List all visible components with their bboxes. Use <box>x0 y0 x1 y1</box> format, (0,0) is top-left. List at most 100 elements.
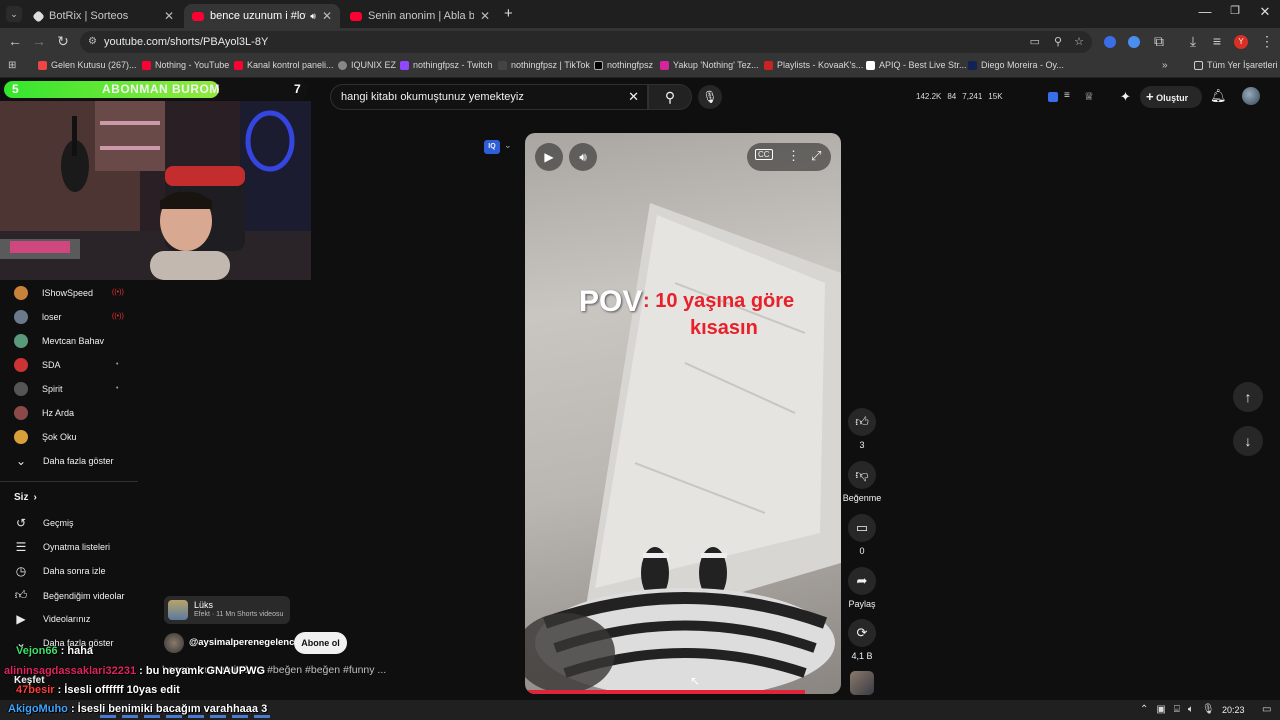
subscribe-button[interactable]: Abone ol <box>294 632 347 654</box>
bookmark[interactable]: Nothing - YouTube <box>142 60 229 70</box>
close-icon[interactable]: ✕ <box>480 9 490 23</box>
dislike-button[interactable]: 👎︎ <box>848 461 876 489</box>
account-avatar[interactable] <box>1242 87 1260 105</box>
comments-button[interactable]: ▭ <box>848 514 876 542</box>
fullscreen-icon[interactable]: ⤢ <box>811 148 821 164</box>
bookmark[interactable]: nothingfpsz <box>594 60 653 70</box>
bookmark[interactable]: Diego Moreira - Oy... <box>968 60 1064 70</box>
extension-icon[interactable] <box>1104 36 1116 48</box>
subscription-mevtcan-bahav[interactable]: Mevtcan Bahav <box>14 334 104 348</box>
sound-thumbnail[interactable] <box>850 671 874 695</box>
clear-search-icon[interactable]: ✕ <box>628 85 639 109</box>
sidebar-item-liked-videos[interactable]: 👍︎ Beğendiğim videolar <box>14 588 125 603</box>
chat-text: : haha <box>57 645 94 657</box>
search-button[interactable]: ⚲ <box>648 84 692 110</box>
youtube-icon <box>142 60 151 70</box>
shorts-video[interactable]: ▶ 🔊︎ CC ⋮ ⤢ POV : 10 yaşına göre kısasın <box>525 133 841 694</box>
chevron-down-icon[interactable]: ⌄ <box>504 140 512 151</box>
bookmark[interactable]: nothingfpsz - Twitch <box>400 60 492 70</box>
download-icon[interactable]: ⤓ <box>1184 33 1202 50</box>
sidebar-item-watch-later[interactable]: ◷ Daha sonra izle <box>14 564 106 578</box>
next-short-button[interactable]: ↓ <box>1233 426 1263 456</box>
extension-badge-icon[interactable]: IQ <box>484 140 500 154</box>
share-button[interactable]: ➦ <box>848 567 876 595</box>
taskbar: AkigoMuho : İsesli benimiki bacağım vara… <box>0 700 1280 720</box>
restore-button[interactable]: ❐ <box>1220 4 1250 17</box>
window-close-button[interactable]: ✕ <box>1250 4 1280 20</box>
remix-button[interactable]: ⟳ <box>848 619 876 647</box>
channel-name[interactable]: @aysimalperenegelence <box>189 637 300 648</box>
subscription-loser[interactable]: loser <box>14 310 62 324</box>
sidebar-item-your-videos[interactable]: ▶ Videolarınız <box>14 612 90 626</box>
sidebar-item-history[interactable]: ↺ Geçmiş <box>14 516 74 530</box>
subscription-hz-arda[interactable]: Hz Arda <box>14 406 74 420</box>
volume-button[interactable]: 🔊︎ <box>569 143 597 171</box>
tab-senin-anonim[interactable]: Senin anonim | Abla bu çok kü ✕ <box>342 4 498 28</box>
speaker-icon[interactable]: 🔊︎ <box>310 11 316 22</box>
network-icon[interactable]: ⌸ <box>1174 704 1180 715</box>
bookmark[interactable]: Playlists - KovaaK's... <box>764 60 863 70</box>
subscription-ishowspeed[interactable]: IShowSpeed <box>14 286 93 300</box>
like-button[interactable]: 👍︎ <box>848 408 876 436</box>
star-icon[interactable]: ☆ <box>1074 31 1084 53</box>
extension-icon[interactable] <box>1128 36 1140 48</box>
trophy-icon[interactable]: ♕ <box>1084 90 1094 103</box>
chevron-right-icon: › <box>33 492 37 503</box>
more-options-icon[interactable]: ⋮ <box>787 148 800 164</box>
search-query: hangi kitabı okumuştunuz yemekteyiz <box>341 91 524 103</box>
subscription-spirit[interactable]: Spirit <box>14 382 63 396</box>
channel-avatar[interactable] <box>164 633 184 653</box>
all-bookmarks[interactable]: Tüm Yer İşaretleri <box>1194 60 1278 70</box>
bookmark[interactable]: Yakup 'Nothing' Tez... <box>660 60 759 70</box>
stat: 84 <box>947 92 957 101</box>
tray-app-icon[interactable]: ▣ <box>1156 704 1165 715</box>
you-section-header[interactable]: Siz › <box>14 492 37 503</box>
cast-icon[interactable]: ▭ <box>1030 31 1040 53</box>
close-icon[interactable]: ✕ <box>322 9 332 23</box>
subscription-sda[interactable]: SDA <box>14 358 61 372</box>
new-tab-button[interactable]: + <box>504 5 513 22</box>
bookmark[interactable]: IQUNIX EZ <box>338 60 396 70</box>
profile-avatar[interactable]: Y <box>1234 35 1248 49</box>
chevron-up-icon[interactable]: ⌃ <box>1140 704 1148 715</box>
voice-search-button[interactable]: 🎙︎ <box>698 85 722 109</box>
back-icon[interactable]: ← <box>6 33 24 49</box>
bookmark[interactable]: Kanal kontrol paneli... <box>234 60 334 70</box>
notification-center-icon[interactable]: ▭ <box>1262 704 1271 715</box>
create-button[interactable]: + Oluştur <box>1140 86 1202 108</box>
apps-grid-icon[interactable]: ⊞ <box>8 60 16 71</box>
extensions-puzzle-icon[interactable]: ⧉ <box>1150 33 1168 50</box>
tab-youtube-short[interactable]: bence uzunum i #love #be 🔊︎ ✕ <box>184 4 340 28</box>
captions-icon[interactable]: CC <box>755 149 773 160</box>
microphone-icon: 🎙︎ <box>702 90 718 104</box>
close-icon[interactable]: ✕ <box>164 9 174 23</box>
microphone-icon[interactable]: 🎙︎ <box>1202 704 1215 715</box>
bookmark[interactable]: nothingfpsz | TikTok <box>498 60 590 70</box>
tab-title: bence uzunum i #love #be <box>210 10 306 22</box>
reload-icon[interactable]: ↻ <box>54 33 72 50</box>
forward-icon[interactable]: → <box>30 33 48 49</box>
zoom-icon[interactable]: ⚲ <box>1054 31 1062 53</box>
subscription-sok-oku[interactable]: Şok Oku <box>14 430 77 444</box>
search-input[interactable]: hangi kitabı okumuştunuz yemekteyiz ✕ <box>330 84 648 110</box>
media-queue-icon[interactable]: ≡ <box>1208 33 1226 49</box>
menu-icon[interactable]: ≡ <box>1064 90 1070 101</box>
site-info-icon[interactable]: ⚙ <box>88 31 97 53</box>
tab-botrix[interactable]: BotRix | Sorteos ✕ <box>26 4 182 28</box>
show-more-subscriptions[interactable]: ⌄ Daha fazla göster <box>14 454 114 468</box>
play-button[interactable]: ▶ <box>535 143 563 171</box>
address-bar[interactable]: ⚙ youtube.com/shorts/PBAyol3L-8Y ▭ ⚲ ☆ <box>80 31 1092 53</box>
speaker-icon[interactable]: 🔈︎ <box>1188 704 1194 715</box>
minimize-button[interactable]: — <box>1190 4 1220 19</box>
sparkle-icon[interactable]: ✦ <box>1120 89 1131 105</box>
bookmark[interactable]: APIQ - Best Live Str... <box>866 60 967 70</box>
effect-chip[interactable]: Lüks Efekt · 11 Mn Shorts videosu <box>164 596 290 624</box>
extension-icon[interactable] <box>1048 92 1058 102</box>
previous-short-button[interactable]: ↑ <box>1233 382 1263 412</box>
notifications-bell-icon[interactable]: 🔔︎ <box>1210 88 1227 104</box>
sidebar-item-playlists[interactable]: ☰ Oynatma listeleri <box>14 540 110 554</box>
tab-search-button[interactable]: ⌄ <box>6 6 22 22</box>
menu-kebab-icon[interactable]: ⋮ <box>1258 33 1276 50</box>
more-bookmarks-icon[interactable]: » <box>1162 60 1168 71</box>
bookmark[interactable]: Gelen Kutusu (267)... <box>38 60 137 70</box>
